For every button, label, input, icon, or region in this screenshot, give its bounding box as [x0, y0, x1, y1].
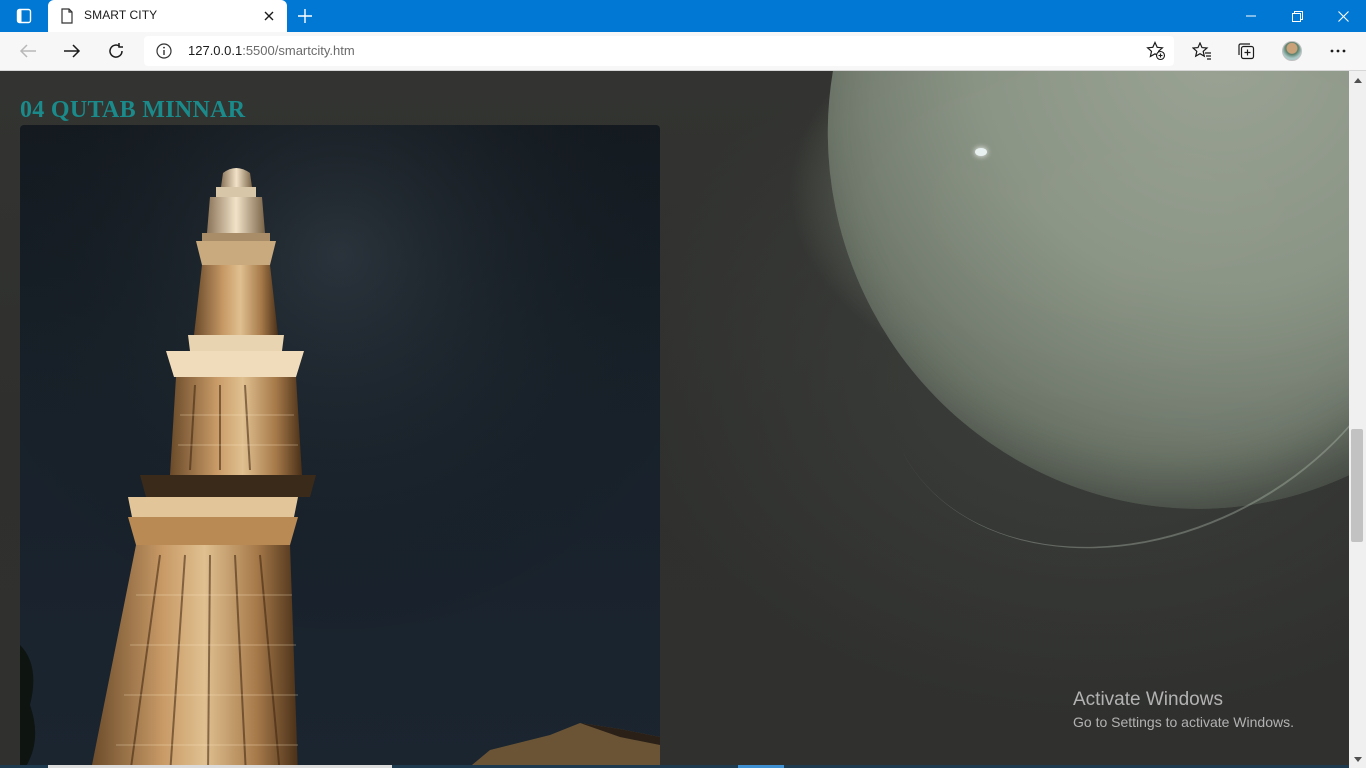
profile-button[interactable]	[1276, 36, 1308, 66]
minimize-icon	[1246, 15, 1256, 17]
collections-icon	[1238, 43, 1255, 60]
scroll-up-arrow-icon	[1353, 77, 1362, 83]
scroll-up-button[interactable]	[1349, 71, 1366, 88]
tower-illustration	[20, 125, 660, 768]
settings-more-button[interactable]	[1322, 36, 1354, 66]
plus-icon	[298, 9, 312, 23]
favorites-button[interactable]	[1186, 36, 1218, 66]
close-window-icon	[1337, 10, 1349, 22]
restore-button[interactable]	[1274, 0, 1320, 32]
new-tab-button[interactable]	[292, 4, 318, 28]
browser-titlebar: SMART CITY	[0, 0, 1366, 32]
scroll-thumb[interactable]	[1351, 429, 1363, 542]
back-button[interactable]	[12, 36, 44, 66]
watermark-title: Activate Windows	[1073, 689, 1223, 710]
activate-windows-watermark: Activate Windows Go to Settings to activ…	[1073, 689, 1294, 730]
browser-tab-active[interactable]: SMART CITY	[48, 0, 287, 32]
forward-button[interactable]	[56, 36, 88, 66]
tab-actions-icon	[16, 8, 32, 24]
restore-icon	[1291, 10, 1303, 22]
avatar	[1282, 41, 1302, 61]
refresh-button[interactable]	[100, 36, 132, 66]
background-photo-glare	[975, 148, 987, 156]
tab-title: SMART CITY	[84, 8, 158, 22]
url-path: :5500/smartcity.htm	[242, 43, 355, 58]
minimize-button[interactable]	[1228, 0, 1274, 32]
add-favorite-button[interactable]	[1146, 41, 1166, 61]
qutab-minar-photo	[20, 125, 660, 768]
favorites-icon	[1192, 42, 1211, 60]
close-icon	[264, 11, 274, 21]
star-add-icon	[1146, 41, 1166, 61]
tab-actions-button[interactable]	[8, 4, 40, 28]
address-bar[interactable]: 127.0.0.1:5500/smartcity.htm	[144, 36, 1174, 66]
info-icon[interactable]	[156, 43, 172, 59]
page-viewport: 04 QUTAB MINNAR Activate Windows Go to S…	[0, 71, 1349, 768]
back-arrow-icon	[19, 44, 36, 58]
section-title: 04 QUTAB MINNAR	[20, 97, 246, 123]
close-window-button[interactable]	[1320, 0, 1366, 32]
more-dots-icon	[1330, 49, 1346, 53]
refresh-icon	[109, 43, 123, 58]
url-host: 127.0.0.1	[188, 43, 243, 58]
watermark-subtitle: Go to Settings to activate Windows.	[1073, 714, 1294, 730]
scroll-down-arrow-icon	[1353, 756, 1362, 762]
url-text[interactable]: 127.0.0.1:5500/smartcity.htm	[188, 43, 355, 58]
tab-close-button[interactable]	[259, 6, 279, 26]
collections-button[interactable]	[1230, 36, 1262, 66]
scroll-down-button[interactable]	[1349, 751, 1366, 768]
page-icon	[61, 8, 73, 24]
forward-arrow-icon	[64, 44, 81, 58]
vertical-scrollbar[interactable]	[1349, 71, 1366, 768]
browser-toolbar: 127.0.0.1:5500/smartcity.htm	[0, 32, 1366, 71]
